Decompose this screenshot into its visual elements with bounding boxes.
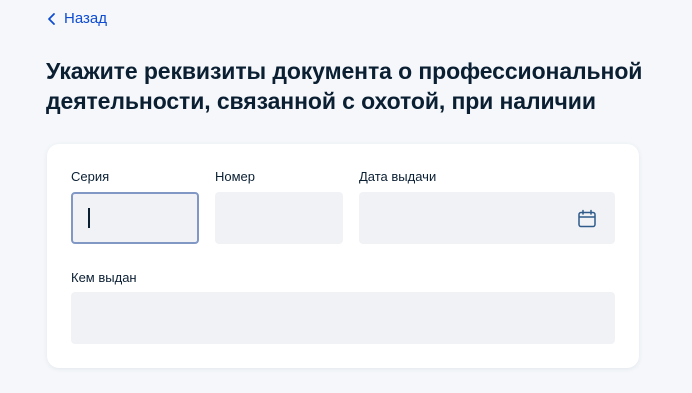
issue-date-input[interactable] [359,192,615,244]
issued-by-label: Кем выдан [71,270,137,285]
chevron-left-icon [48,12,55,25]
back-link[interactable]: Назад [46,10,107,27]
series-label: Серия [71,169,110,184]
series-input[interactable] [71,192,199,244]
number-label: Номер [215,169,256,184]
number-input[interactable] [215,192,343,244]
back-link-label: Назад [64,10,107,27]
page-title: Укажите реквизиты документа о профессион… [46,58,643,114]
document-form-card: Серия Номер Дата выдачи Кем выдан [47,144,639,368]
text-cursor [88,208,90,228]
calendar-icon[interactable] [577,209,597,229]
issue-date-label: Дата выдачи [359,169,437,184]
issued-by-input[interactable] [71,292,615,344]
